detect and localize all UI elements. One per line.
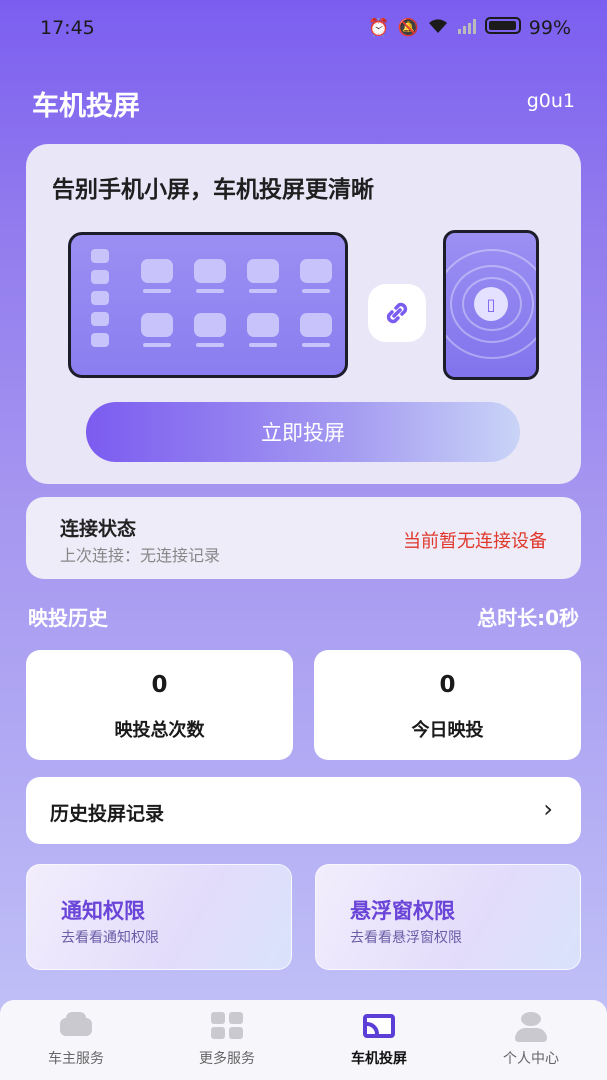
phone-device-icon: ▯ [474, 287, 508, 321]
permission-subtitle: 去看看悬浮窗权限 [350, 930, 462, 946]
stat-label: 今日映投 [411, 720, 484, 741]
phone-illustration: ▯ [443, 230, 539, 380]
car-icon [58, 1010, 94, 1042]
permission-title: 悬浮窗权限 [350, 899, 455, 923]
permission-subtitle: 去看看通知权限 [61, 930, 159, 946]
status-bar: 17:45 ⏰ 🔕 99% [0, 0, 607, 58]
signal-icon [457, 18, 477, 39]
last-connection: 上次连接：无连接记录 [60, 542, 220, 566]
nav-label: 车机投屏 [351, 1051, 407, 1067]
hero-card: 告别手机小屏，车机投屏更清晰 ▯ 立即投屏 [26, 144, 581, 484]
battery-icon [484, 17, 521, 39]
nav-label: 更多服务 [199, 1051, 255, 1067]
battery-level: 99% [528, 17, 571, 39]
nav-item-more-services[interactable]: 更多服务 [157, 1010, 297, 1068]
status-time: 17:45 [40, 17, 95, 39]
cast-now-button[interactable]: 立即投屏 [86, 402, 520, 462]
history-records-label: 历史投屏记录 [50, 803, 165, 825]
history-title: 映投历史 [28, 606, 108, 630]
link-icon [368, 284, 426, 342]
grid-icon [209, 1010, 245, 1042]
notification-permission-card[interactable]: 通知权限 去看看通知权限 [26, 864, 292, 970]
page-title: 车机投屏 [32, 91, 140, 122]
car-screen-illustration [68, 232, 348, 378]
last-connection-value: 无连接记录 [140, 546, 221, 565]
stat-value: 0 [439, 672, 456, 698]
person-icon [513, 1010, 549, 1042]
stat-total-casts: 0 映投总次数 [26, 650, 293, 760]
nav-item-profile[interactable]: 个人中心 [461, 1010, 601, 1068]
wifi-icon [427, 18, 449, 39]
history-records-row[interactable]: 历史投屏记录 › [26, 777, 581, 844]
connection-status-card: 连接状态 上次连接：无连接记录 当前暂无连接设备 [26, 497, 581, 579]
connection-title: 连接状态 [60, 518, 137, 540]
mute-icon: 🔕 [397, 18, 419, 38]
hero-title: 告别手机小屏，车机投屏更清晰 [52, 177, 374, 203]
nav-item-car-owner[interactable]: 车主服务 [6, 1010, 146, 1068]
stat-label: 映投总次数 [114, 720, 205, 741]
total-duration: 总时长:0秒 [477, 606, 579, 630]
nav-item-car-cast[interactable]: 车机投屏 [309, 1010, 449, 1068]
stat-value: 0 [151, 672, 168, 698]
chevron-right-icon: › [543, 795, 553, 823]
alarm-icon: ⏰ [368, 18, 390, 38]
user-name[interactable]: g0u1 [527, 90, 575, 112]
permission-title: 通知权限 [61, 899, 145, 923]
stat-today-casts: 0 今日映投 [314, 650, 581, 760]
overlay-permission-card[interactable]: 悬浮窗权限 去看看悬浮窗权限 [315, 864, 581, 970]
last-connection-label: 上次连接： [60, 546, 141, 565]
bottom-nav: 车主服务 更多服务 车机投屏 个人中心 [0, 1000, 607, 1080]
connection-status-text: 当前暂无连接设备 [403, 531, 547, 552]
cast-icon [361, 1010, 397, 1042]
nav-label: 个人中心 [503, 1051, 559, 1067]
nav-label: 车主服务 [48, 1051, 104, 1067]
status-icons: ⏰ 🔕 99% [368, 17, 571, 39]
